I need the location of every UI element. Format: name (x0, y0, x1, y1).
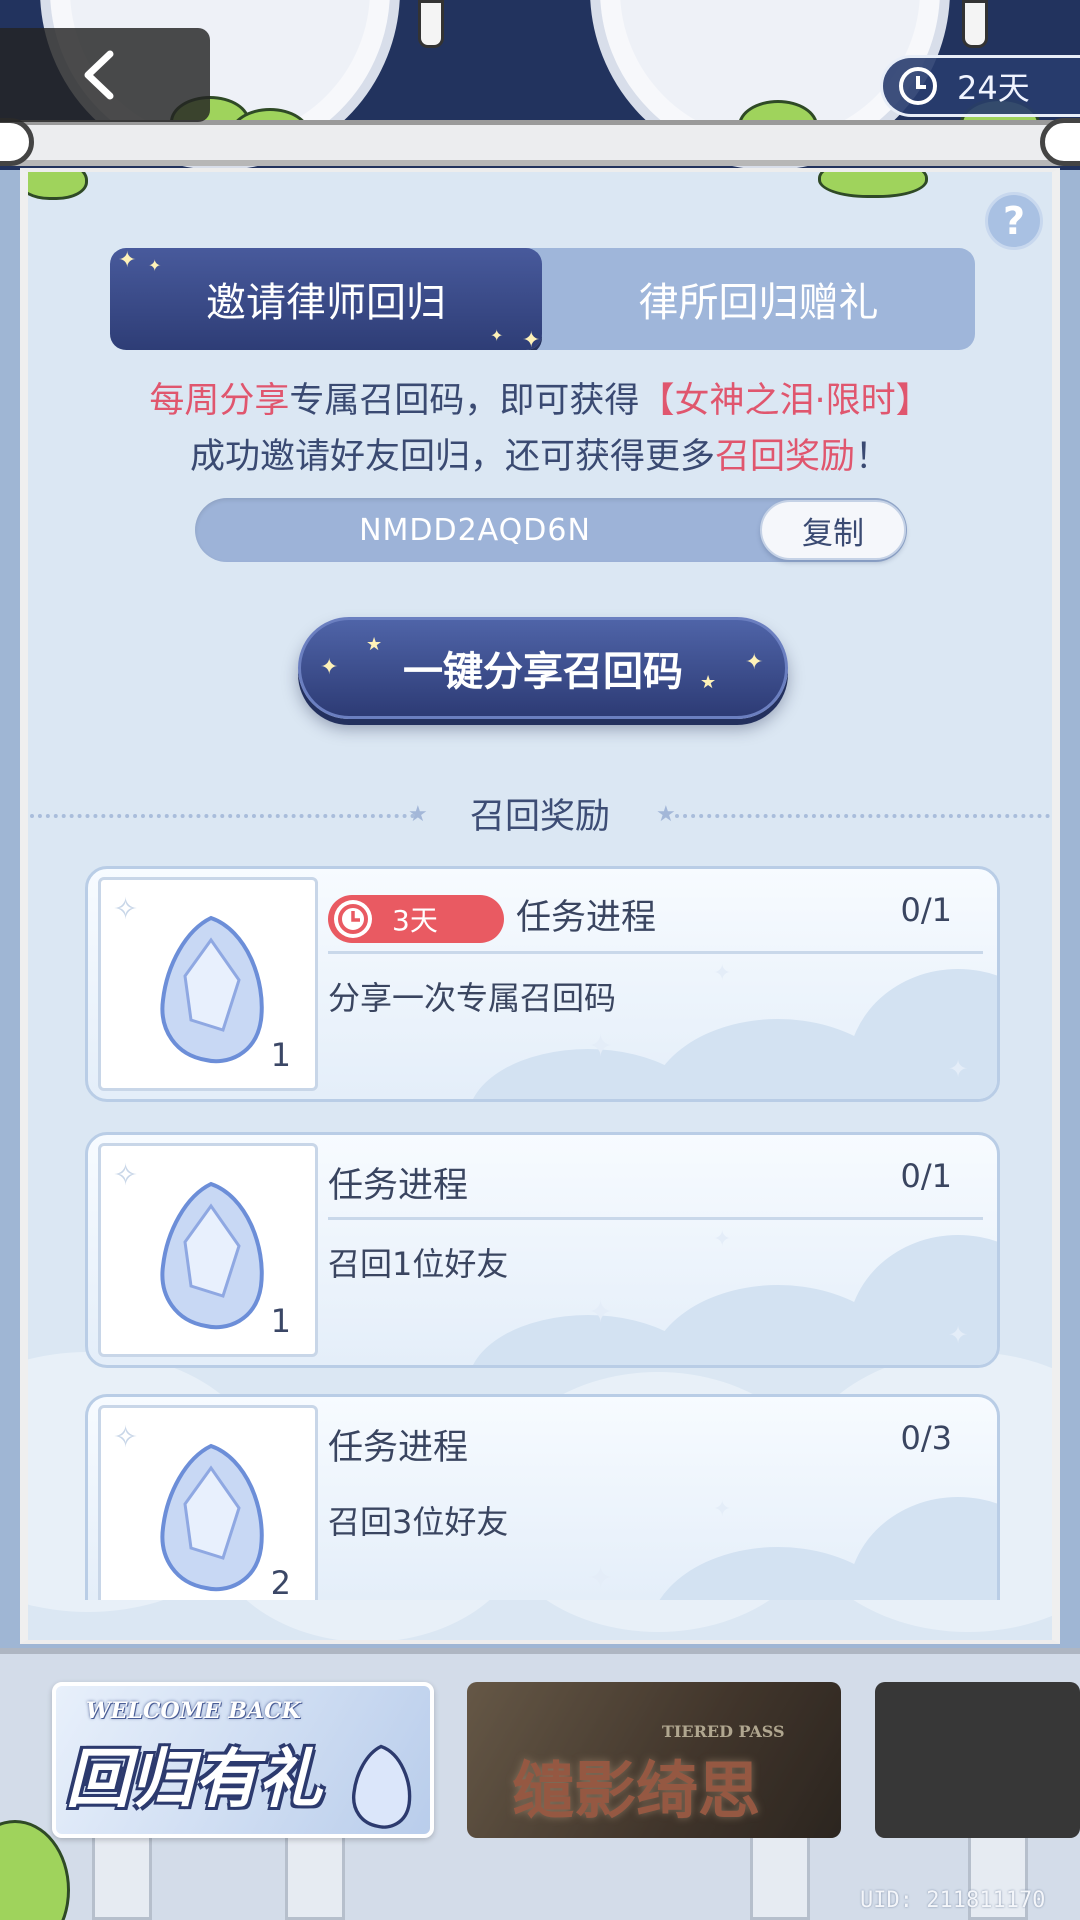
reward-item[interactable]: 1 ✧ (98, 877, 318, 1091)
deadline-text: 3天 (392, 904, 438, 937)
task-card: 1 ✧ 3天 任务进程 0/1 分享一次专属召回码 ✦ ✦ ✦ (85, 866, 1000, 1102)
gem-icon (160, 1443, 264, 1592)
user-id: UID: 211811170 (860, 1888, 1046, 1913)
sparkle-icon: ✦ (588, 1561, 614, 1596)
chevron-left-icon (84, 50, 114, 100)
notice-text: 成功邀请好友回归，还可获得更多 (189, 437, 715, 477)
clock-icon (334, 900, 372, 938)
dim-overlay (875, 1682, 1080, 1838)
decor-rail (0, 120, 1080, 166)
tab-return-gift[interactable]: 律所回归赠礼 (542, 248, 975, 350)
star-icon: ✦ (148, 256, 162, 275)
timer-text: 24天 (957, 69, 1030, 107)
sparkle-icon: ✧ (113, 892, 139, 927)
task-card: 2 ✧ 任务进程 0/3 召回3位好友 ✦ ✦ (85, 1394, 1000, 1600)
task-description: 召回3位好友 (328, 1503, 509, 1541)
sparkle-icon: ✦ (588, 1029, 614, 1064)
sparkle-icon: ✧ (113, 1420, 139, 1455)
card-divider (328, 1217, 983, 1220)
notice-line-1: 每周分享专属召回码，即可获得【女神之泪·限时】 (20, 372, 1060, 423)
decor-leaf (818, 172, 928, 198)
dim-overlay (467, 1682, 841, 1838)
notice-text: 专属召回码，即可获得 (289, 381, 640, 421)
deadline-badge: 3天 (328, 895, 504, 943)
sparkle-icon: ✦ (588, 1295, 614, 1330)
task-title: 任务进程 (516, 898, 657, 938)
back-button[interactable] (0, 28, 210, 122)
reward-item[interactable]: 2 ✧ (98, 1405, 318, 1600)
divider (675, 814, 1050, 818)
divider (30, 814, 415, 818)
reward-item[interactable]: 1 ✧ (98, 1143, 318, 1357)
gem-icon (160, 1181, 264, 1330)
notice-highlight: 召回奖励 (714, 437, 855, 477)
share-code-button[interactable]: 一键分享召回码 (298, 617, 788, 719)
task-description: 分享一次专属召回码 (328, 979, 617, 1017)
event-card-partial[interactable] (875, 1682, 1080, 1838)
star-icon: ✦ (118, 248, 137, 273)
star-icon: ✦ (745, 650, 764, 675)
reward-quantity: 2 (270, 1564, 291, 1600)
star-icon: ✦ (490, 326, 504, 345)
sparkle-icon: ✦ (713, 1497, 732, 1522)
help-button[interactable]: ? (985, 192, 1043, 250)
task-progress: 0/1 (900, 891, 953, 929)
sparkle-icon: ✦ (713, 1227, 732, 1252)
card-divider (328, 951, 983, 954)
gem-icon (352, 1744, 412, 1829)
recall-code-value: NMDD2AQD6N (359, 512, 591, 548)
task-title: 任务进程 (328, 1166, 469, 1206)
copy-button[interactable]: 复制 (760, 500, 906, 560)
sparkle-icon: ✦ (713, 961, 732, 986)
star-icon: ★ (366, 634, 383, 655)
sparkle-icon: ✦ (948, 1321, 969, 1349)
tab-invite-lawyer[interactable]: 邀请律师回归 (110, 248, 542, 350)
star-icon: ✦ (522, 328, 541, 353)
decor-rail-cap (1040, 118, 1080, 166)
rewards-section-title: 召回奖励 (469, 797, 610, 837)
event-title: 回归有礼 (66, 1743, 322, 1817)
notice-highlight: 【女神之泪·限时】 (639, 381, 931, 421)
event-card-welcome-back[interactable]: WELCOME BACK 回归有礼 (52, 1682, 434, 1838)
task-progress: 0/3 (900, 1419, 953, 1457)
reward-quantity: 1 (270, 1302, 291, 1340)
task-progress: 0/1 (900, 1157, 953, 1195)
event-timer: 24天 (880, 55, 1080, 117)
reward-quantity: 1 (270, 1036, 291, 1074)
decor-tassel (962, 0, 988, 48)
event-subtitle: WELCOME BACK (86, 1698, 301, 1724)
sparkle-icon: ✦ (948, 1055, 969, 1083)
star-icon: ✦ (320, 655, 339, 680)
task-card: 1 ✧ 任务进程 0/1 召回1位好友 ✦ ✦ ✦ (85, 1132, 1000, 1368)
clock-icon (899, 67, 937, 105)
sparkle-icon: ✧ (113, 1158, 139, 1193)
task-description: 召回1位好友 (328, 1245, 509, 1283)
decor-leaf (28, 172, 88, 200)
notice-text: ！ (855, 437, 891, 477)
share-button-label: 一键分享召回码 (403, 649, 683, 695)
task-title: 任务进程 (328, 1428, 469, 1468)
tab-bar: 邀请律师回归 律所回归赠礼 (110, 248, 975, 350)
gem-icon (160, 915, 264, 1064)
notice-line-2: 成功邀请好友回归，还可获得更多召回奖励！ (20, 428, 1060, 479)
star-icon: ★ (700, 672, 717, 693)
event-card-tiered-pass[interactable]: TIERED PASS 缱影绮思 (467, 1682, 841, 1838)
notice-highlight: 每周分享 (149, 381, 290, 421)
decor-tassel (418, 0, 444, 48)
